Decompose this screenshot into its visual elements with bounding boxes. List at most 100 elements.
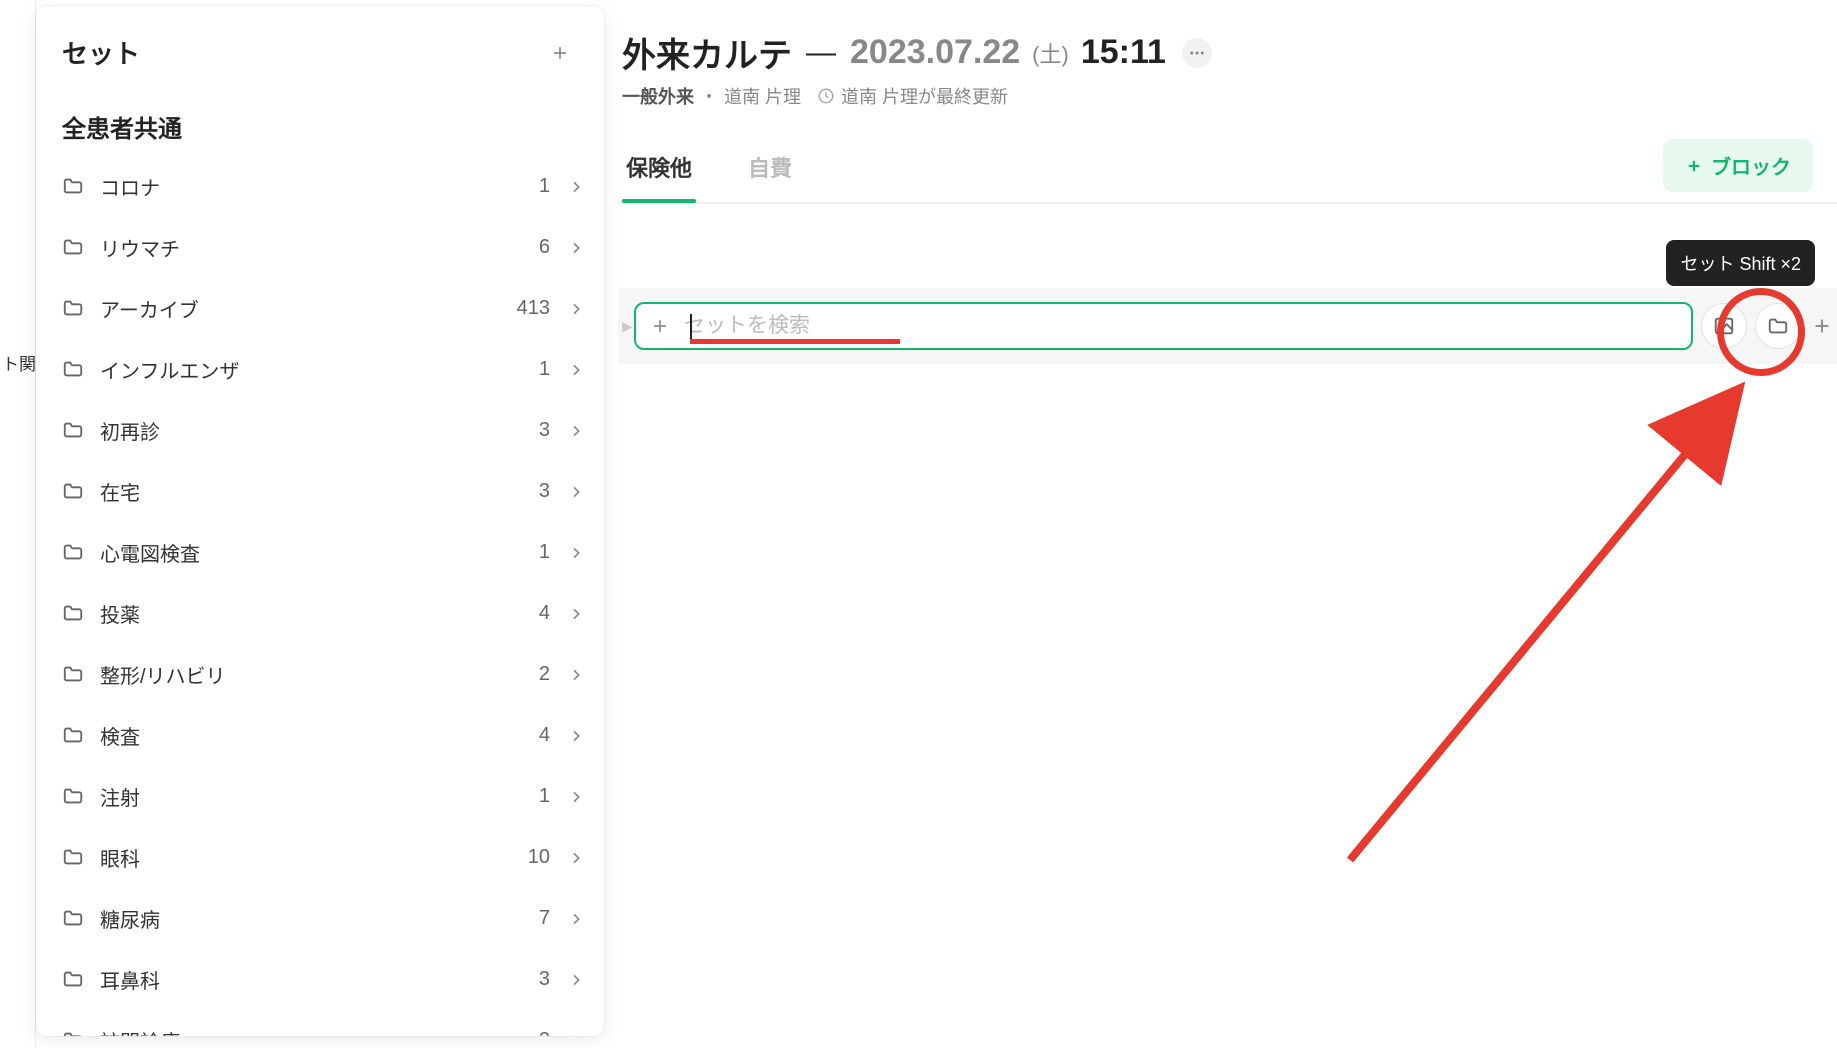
inline-add-button[interactable] xyxy=(650,316,670,336)
folder-label: コロナ xyxy=(100,172,539,201)
chevron-right-icon xyxy=(568,667,588,683)
folder-item[interactable]: 在宅3 xyxy=(36,461,604,522)
image-button[interactable] xyxy=(1701,303,1747,349)
page-subheader: 一般外来 ・ 道南 片理 道南 片理が最終更新 xyxy=(618,77,1837,109)
add-set-button[interactable] xyxy=(542,35,578,71)
add-block-label: ブロック xyxy=(1711,151,1791,180)
folder-count: 10 xyxy=(528,846,550,869)
plus-icon xyxy=(1685,157,1703,175)
chevron-right-icon xyxy=(568,545,588,561)
folder-icon xyxy=(62,846,86,870)
trailing-add-button[interactable] xyxy=(1811,315,1833,337)
folder-item[interactable]: 検査4 xyxy=(36,705,604,766)
folder-icon xyxy=(62,541,86,565)
folder-item[interactable]: 投薬4 xyxy=(36,583,604,644)
folder-label: 整形/リハビリ xyxy=(100,660,539,689)
folder-label: 糖尿病 xyxy=(100,904,539,933)
folder-icon xyxy=(62,236,86,260)
folder-label: 注射 xyxy=(100,782,539,811)
folder-button[interactable] xyxy=(1755,303,1801,349)
tabs-row: 保険他自費 ブロック xyxy=(618,109,1837,204)
folder-count: 2 xyxy=(539,663,550,686)
chevron-right-icon xyxy=(568,179,588,195)
plus-icon xyxy=(550,43,570,63)
folder-label: 心電図検査 xyxy=(100,538,539,567)
folder-item[interactable]: アーカイブ413 xyxy=(36,278,604,339)
folder-icon xyxy=(62,175,86,199)
folder-label: 耳鼻科 xyxy=(100,965,539,994)
clock-icon xyxy=(817,87,835,105)
input-row: ▶ xyxy=(618,288,1837,364)
folder-label: 検査 xyxy=(100,721,539,750)
page-header: 外来カルテ ― 2023.07.22 (土) 15:11 xyxy=(618,20,1837,77)
department-label: 一般外来 xyxy=(622,83,694,109)
more-options-button[interactable] xyxy=(1182,38,1212,68)
left-strip: ト関 xyxy=(0,0,36,1048)
tab[interactable]: 保険他 xyxy=(622,141,696,201)
dots-horizontal-icon xyxy=(1188,44,1206,62)
folder-label: インフルエンザ xyxy=(100,355,539,384)
search-input[interactable] xyxy=(684,314,1677,338)
sidebar-section-title: 全患者共通 xyxy=(36,91,604,156)
folder-label: 投薬 xyxy=(100,599,539,628)
row-actions xyxy=(1701,303,1833,349)
folder-list: コロナ1リウマチ6アーカイブ413インフルエンザ1初再診3在宅3心電図検査1投薬… xyxy=(36,156,604,1036)
folder-item[interactable]: 心電図検査1 xyxy=(36,522,604,583)
chevron-right-icon xyxy=(568,606,588,622)
chevron-right-icon xyxy=(568,301,588,317)
folder-icon xyxy=(62,297,86,321)
set-sidebar-panel: セット 全患者共通 コロナ1リウマチ6アーカイブ413インフルエンザ1初再診3在… xyxy=(36,6,604,1036)
folder-count: 7 xyxy=(539,907,550,930)
dot-separator: ・ xyxy=(700,83,718,109)
page-time: 15:11 xyxy=(1081,33,1166,72)
chevron-right-icon xyxy=(568,484,588,500)
folder-icon xyxy=(1767,315,1789,337)
chevron-right-icon xyxy=(568,1033,588,1037)
folder-count: 4 xyxy=(539,602,550,625)
folder-count: 6 xyxy=(539,236,550,259)
folder-item[interactable]: 整形/リハビリ2 xyxy=(36,644,604,705)
folder-item[interactable]: リウマチ6 xyxy=(36,217,604,278)
plus-icon xyxy=(1811,315,1833,337)
folder-count: 413 xyxy=(517,297,550,320)
add-block-button[interactable]: ブロック xyxy=(1663,139,1813,192)
folder-icon xyxy=(62,968,86,992)
folder-item[interactable]: インフルエンザ1 xyxy=(36,339,604,400)
drag-handle-icon[interactable]: ▶ xyxy=(622,318,632,335)
author-name: 道南 片理 xyxy=(724,83,801,109)
folder-count: 1 xyxy=(539,541,550,564)
chevron-right-icon xyxy=(568,728,588,744)
folder-icon xyxy=(62,419,86,443)
page-title: 外来カルテ xyxy=(622,28,792,77)
chevron-right-icon xyxy=(568,362,588,378)
folder-icon xyxy=(62,1029,86,1037)
folder-icon xyxy=(62,480,86,504)
folder-item[interactable]: 眼科10 xyxy=(36,827,604,888)
folder-icon xyxy=(62,724,86,748)
folder-count: 4 xyxy=(539,724,550,747)
folder-item[interactable]: コロナ1 xyxy=(36,156,604,217)
chevron-right-icon xyxy=(568,850,588,866)
folder-count: 3 xyxy=(539,480,550,503)
tab[interactable]: 自費 xyxy=(744,141,796,201)
folder-label: 訪問診療 xyxy=(100,1026,539,1036)
sidebar-title: セット xyxy=(62,34,140,71)
folder-label: アーカイブ xyxy=(100,294,517,323)
chevron-right-icon xyxy=(568,789,588,805)
folder-count: 3 xyxy=(539,419,550,442)
folder-label: 眼科 xyxy=(100,843,528,872)
folder-label: リウマチ xyxy=(100,233,539,262)
folder-item[interactable]: 注射1 xyxy=(36,766,604,827)
folder-count: 2 xyxy=(539,1029,550,1036)
main-content: 外来カルテ ― 2023.07.22 (土) 15:11 一般外来 ・ 道南 片… xyxy=(618,0,1837,1048)
folder-icon xyxy=(62,785,86,809)
last-updated-text: 道南 片理が最終更新 xyxy=(841,83,1008,109)
search-box[interactable] xyxy=(634,302,1693,350)
folder-item[interactable]: 耳鼻科3 xyxy=(36,949,604,1010)
folder-count: 1 xyxy=(539,175,550,198)
folder-item[interactable]: 初再診3 xyxy=(36,400,604,461)
folder-item[interactable]: 糖尿病7 xyxy=(36,888,604,949)
folder-item[interactable]: 訪問診療2 xyxy=(36,1010,604,1036)
title-separator: ― xyxy=(806,36,836,70)
folder-icon xyxy=(62,358,86,382)
